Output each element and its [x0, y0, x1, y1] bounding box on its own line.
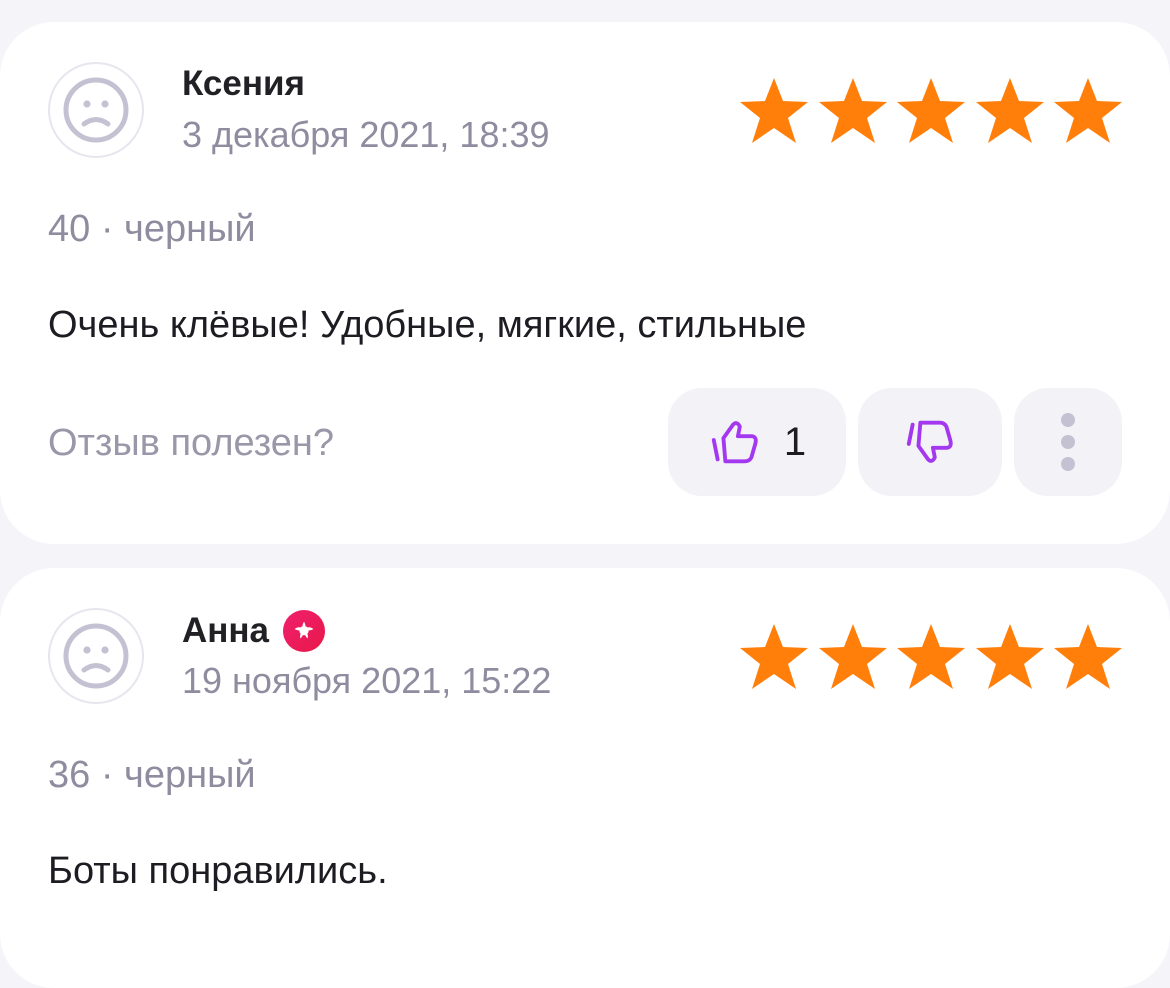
- review-size-color: 36 · черный: [48, 754, 256, 796]
- like-count: 1: [783, 419, 807, 464]
- review-text: Очень клёвые! Удобные, мягкие, стильные: [48, 304, 807, 346]
- rating-stars: [738, 622, 1124, 692]
- more-vertical-icon: [1061, 413, 1075, 471]
- review-card: Ксения 3 декабря 2021, 18:39 40 · черный…: [0, 22, 1170, 544]
- thumbs-down-icon: [906, 420, 953, 463]
- star-icon: [818, 78, 887, 143]
- thumbs-up-icon: [711, 421, 758, 464]
- review-date: 19 ноября 2021, 15:22: [182, 660, 552, 701]
- rating-stars: [738, 76, 1124, 146]
- review-size-color: 40 · черный: [48, 208, 256, 250]
- star-icon: [740, 624, 808, 689]
- more-options-button[interactable]: [1014, 388, 1122, 496]
- review-author: Ксения: [182, 64, 305, 103]
- review-author: Анна: [182, 610, 326, 652]
- review-card: Анна 19 ноября 2021, 15:22 36 · черный Б…: [0, 568, 1170, 988]
- avatar-icon: [48, 608, 144, 704]
- star-icon: [975, 78, 1044, 143]
- verified-badge-icon: [283, 610, 326, 652]
- review-text: Боты понравились.: [48, 850, 388, 892]
- avatar-icon: [48, 62, 144, 158]
- star-icon: [1054, 78, 1122, 143]
- like-button[interactable]: 1: [668, 388, 846, 496]
- star-icon: [818, 624, 887, 689]
- dislike-button[interactable]: [858, 388, 1002, 496]
- star-icon: [897, 624, 965, 689]
- review-date: 3 декабря 2021, 18:39: [182, 114, 550, 155]
- star-icon: [897, 78, 965, 143]
- star-icon: [975, 624, 1044, 689]
- helpful-label: Отзыв полезен?: [48, 422, 335, 464]
- star-icon: [740, 78, 808, 143]
- star-icon: [1054, 624, 1122, 689]
